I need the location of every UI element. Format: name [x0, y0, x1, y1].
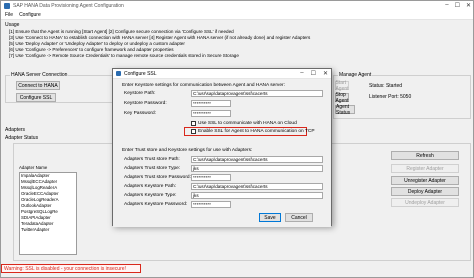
adapters-list[interactable]: ImpalaAdapter MssqlECCAdapter MssqlLogRe…: [19, 172, 77, 255]
ssl-warning-status: Warning: SSL is disabled - your connecti…: [1, 264, 141, 273]
adapters-trust-store-password-label: Adapters Trust store Password:: [124, 175, 191, 180]
usage-section: Usage [1] Ensure that the Agent is runni…: [5, 22, 471, 59]
minimize-icon[interactable]: –: [300, 70, 303, 77]
adapters-trust-store-type-label: Adapters Trust store Type:: [124, 166, 181, 171]
use-ssl-hana-cloud-row[interactable]: Use SSL to communicate with HANA on Clou…: [191, 121, 297, 126]
menu-configure[interactable]: Configure: [19, 12, 41, 18]
adapters-keystore-type-label: Adapters Keystore Type:: [124, 193, 177, 198]
key-password-input[interactable]: **********: [191, 110, 231, 117]
enable-ssl-tcp-checkbox[interactable]: [191, 129, 196, 134]
maximize-icon[interactable]: ☐: [311, 70, 316, 77]
window-title: SAP HANA Data Provisioning Agent Configu…: [13, 3, 124, 9]
close-icon[interactable]: ✕: [323, 70, 328, 77]
configure-ssl-dialog: Configure SSL – ☐ ✕ Enter Keystore setti…: [112, 68, 332, 227]
configure-ssl-button[interactable]: Configure SSL: [16, 93, 56, 102]
adapters-keystore-password-label: Adapters Keystore Password:: [124, 202, 188, 207]
connect-to-hana-button[interactable]: Connect to HANA: [16, 81, 60, 90]
enable-ssl-tcp-label: Enable SSL for Agent to HANA communicati…: [198, 129, 315, 134]
use-ssl-hana-cloud-label: Use SSL to communicate with HANA on Clou…: [198, 121, 297, 126]
adapter-status-label: Adapter Status: [5, 135, 39, 141]
usage-title: Usage: [5, 22, 20, 28]
adapters-keystore-type-input[interactable]: jks: [191, 192, 323, 199]
register-adapter-button[interactable]: Register Adapter: [391, 164, 459, 173]
minimize-icon[interactable]: –: [445, 2, 448, 9]
adapters-trust-store-path-input[interactable]: C:\usr\sap\dataprovagent\ssl\cacerts: [191, 156, 323, 163]
menu-bar: File Configure: [1, 11, 473, 20]
manage-agent-label: Manage Agent: [338, 72, 373, 78]
start-agent-button[interactable]: Start Agent: [335, 80, 349, 92]
unregister-adapter-button[interactable]: Unregister Adapter: [391, 176, 459, 185]
keystore-password-label: Keystore Password:: [124, 101, 167, 106]
dialog-window-controls: – ☐ ✕: [300, 70, 328, 77]
agent-status-text: Status: Started: [369, 83, 403, 89]
close-icon[interactable]: ✕: [466, 2, 471, 9]
adapters-trust-store-password-input[interactable]: **********: [191, 174, 231, 181]
dialog-app-icon: [116, 71, 121, 76]
keystore-section-title: Enter Keystore settings for communicatio…: [122, 83, 285, 88]
adapters-trust-store-path-label: Adapters Trust store Path:: [124, 157, 180, 162]
keystore-path-input[interactable]: C:\usr\sap\dataprovagent\ssl\cacerts: [191, 90, 323, 97]
adapters-section-title: Enter Trust store and Keystore settings …: [122, 148, 253, 153]
adapters-keystore-path-input[interactable]: C:\usr\sap\dataprovagent\ssl\cacerts: [191, 183, 323, 190]
adapters-label: Adapters: [5, 127, 26, 133]
deploy-adapter-button[interactable]: Deploy Adapter: [391, 187, 459, 196]
hana-group-label: HANA Server Connection: [10, 72, 69, 78]
list-item[interactable]: TwitterAdapter: [20, 227, 76, 233]
key-password-label: Key Password:: [124, 111, 156, 116]
app-icon: [4, 3, 10, 9]
menu-file[interactable]: File: [5, 12, 13, 18]
save-button[interactable]: Save: [259, 213, 281, 222]
enable-ssl-tcp-row[interactable]: Enable SSL for Agent to HANA communicati…: [191, 129, 315, 134]
keystore-path-label: Keystore Path:: [124, 91, 156, 96]
agent-status-button[interactable]: Agent Status: [335, 104, 355, 116]
refresh-button[interactable]: Refresh: [391, 151, 459, 160]
listener-port-text: Listener Port: 5050: [369, 94, 412, 100]
stop-agent-button[interactable]: Stop Agent: [335, 92, 349, 104]
maximize-icon[interactable]: ☐: [455, 2, 460, 9]
dialog-title: Configure SSL: [124, 70, 157, 77]
adapters-trust-store-type-input[interactable]: jks: [191, 165, 323, 172]
dialog-body: Enter Keystore settings for communicatio…: [113, 79, 331, 227]
keystore-password-input[interactable]: **********: [191, 100, 231, 107]
adapters-keystore-password-input[interactable]: **********: [191, 201, 231, 208]
use-ssl-hana-cloud-checkbox[interactable]: [191, 121, 196, 126]
adapter-name-column-header[interactable]: Adapter Name: [19, 165, 77, 172]
usage-line: [7] Use 'Configure -> Remote Source Cred…: [9, 53, 239, 58]
adapters-keystore-path-label: Adapters Keystore Path:: [124, 184, 176, 189]
title-bar: SAP HANA Data Provisioning Agent Configu…: [1, 1, 473, 11]
cancel-button[interactable]: Cancel: [285, 213, 313, 222]
dialog-title-bar: Configure SSL – ☐ ✕: [113, 69, 331, 79]
undeploy-adapter-button[interactable]: Undeploy Adapter: [391, 198, 459, 207]
window-controls: – ☐ ✕: [445, 2, 471, 9]
